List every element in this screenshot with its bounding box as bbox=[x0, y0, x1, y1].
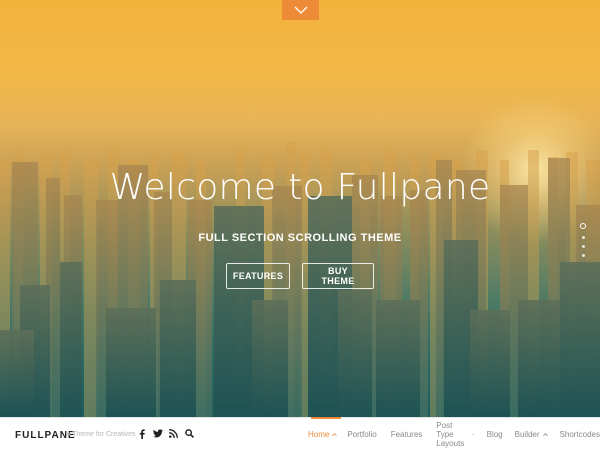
hero-title: Welcome to Fullpane bbox=[109, 167, 491, 208]
hero-buttons: FEATURES BUY THEME bbox=[0, 263, 600, 289]
buy-theme-button[interactable]: BUY THEME bbox=[302, 263, 374, 289]
menu-item-portfolio[interactable]: Portfolio bbox=[347, 418, 376, 450]
chevron-up-icon bbox=[542, 432, 548, 436]
menu-item-label: Post Type Layouts bbox=[436, 420, 465, 448]
facebook-icon[interactable] bbox=[136, 428, 147, 439]
menu-item-label: Home bbox=[308, 429, 330, 439]
menu-item-label: Features bbox=[390, 429, 423, 439]
menu-item-features[interactable]: Features bbox=[391, 418, 423, 450]
hero-section: Welcome to Fullpane FULL SECTION SCROLLI… bbox=[0, 0, 600, 417]
menu-item-home[interactable]: Home bbox=[308, 417, 341, 450]
hero-content: Welcome to Fullpane FULL SECTION SCROLLI… bbox=[0, 168, 600, 289]
menu-item-shortcodes[interactable]: Shortcodes bbox=[560, 418, 600, 450]
section-dot[interactable] bbox=[580, 223, 586, 229]
footer-navbar: FULLPANE A Theme for Creatives Home Port… bbox=[0, 417, 600, 450]
chevron-up-icon bbox=[332, 432, 338, 436]
menu-item-builder[interactable]: Builder bbox=[515, 418, 548, 450]
main-menu: Home Portfolio Features Post Type Layout… bbox=[300, 417, 600, 450]
twitter-icon[interactable] bbox=[152, 428, 163, 439]
chevron-down-icon bbox=[294, 6, 307, 14]
hero-subtitle: FULL SECTION SCROLLING THEME bbox=[198, 232, 402, 244]
menu-item-label: Portfolio bbox=[347, 429, 377, 439]
page: Welcome to Fullpane FULL SECTION SCROLLI… bbox=[0, 0, 600, 450]
search-icon[interactable] bbox=[184, 428, 195, 439]
scroll-down-tab[interactable] bbox=[282, 0, 319, 20]
features-button[interactable]: FEATURES bbox=[226, 263, 290, 289]
chevron-up-icon bbox=[472, 433, 475, 435]
section-nav-dots bbox=[579, 223, 587, 263]
menu-item-label: Blog bbox=[486, 429, 503, 439]
social-icons bbox=[136, 428, 195, 439]
menu-item-label: Shortcodes bbox=[559, 429, 600, 439]
active-indicator bbox=[311, 417, 341, 419]
section-dot[interactable] bbox=[581, 245, 585, 248]
section-dot[interactable] bbox=[581, 254, 585, 257]
rss-icon[interactable] bbox=[168, 428, 179, 439]
section-dot[interactable] bbox=[581, 236, 585, 239]
site-tagline: A Theme for Creatives bbox=[66, 431, 136, 438]
menu-item-label: Builder bbox=[514, 429, 540, 439]
menu-item-post-type-layouts[interactable]: Post Type Layouts bbox=[436, 418, 475, 450]
menu-item-blog[interactable]: Blog bbox=[487, 418, 503, 450]
